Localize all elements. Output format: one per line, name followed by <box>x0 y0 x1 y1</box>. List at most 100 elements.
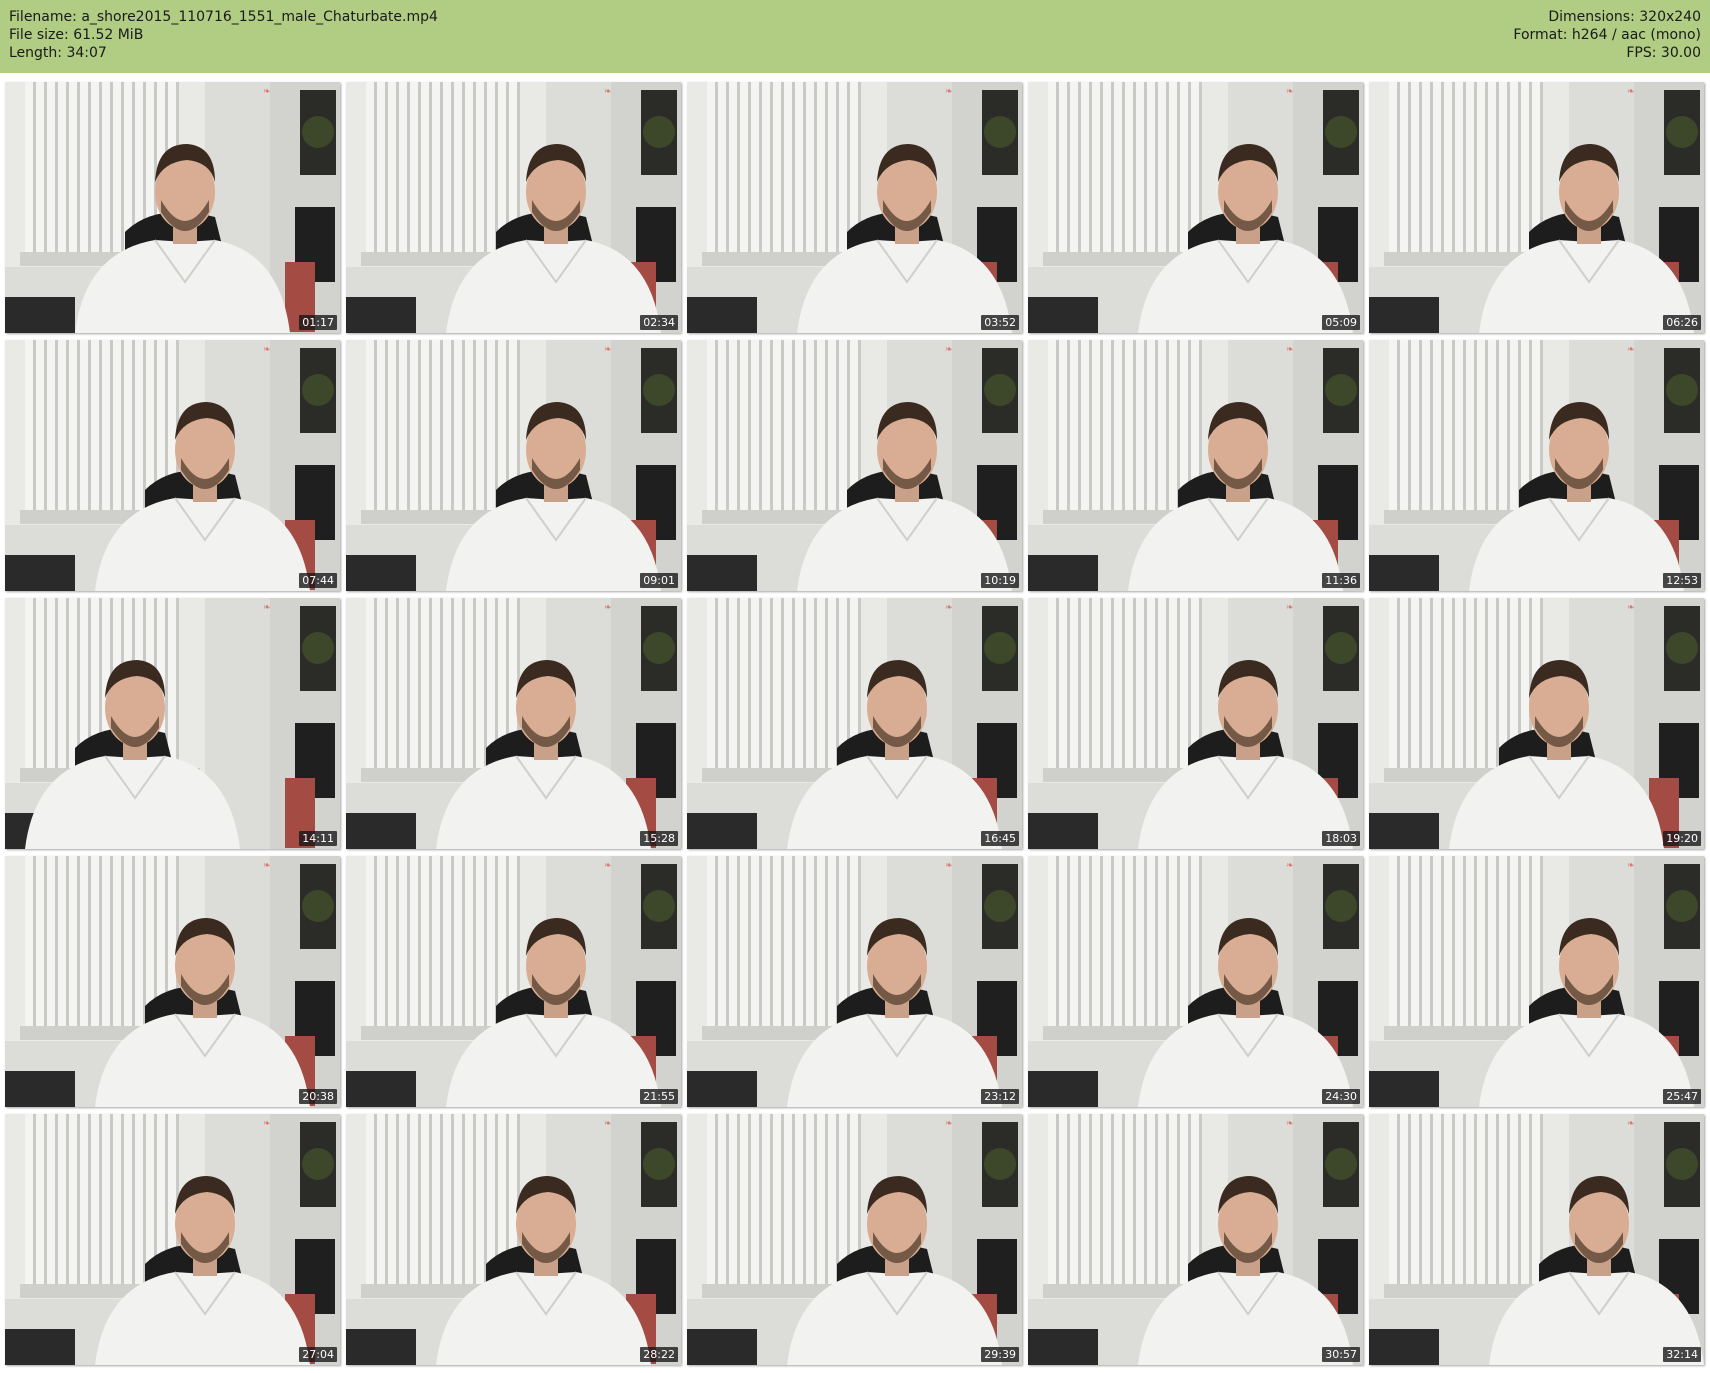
timestamp-label: 15:28 <box>640 831 678 846</box>
timestamp-label: 10:19 <box>981 573 1019 588</box>
svg-text:❧: ❧ <box>604 345 612 355</box>
timestamp-label: 02:34 <box>640 315 678 330</box>
svg-text:❧: ❧ <box>604 1119 612 1129</box>
dimensions-value: 320x240 <box>1639 9 1701 25</box>
svg-text:❧: ❧ <box>945 87 953 97</box>
format-line: Format: h264 / aac (mono) <box>1513 26 1701 44</box>
dimensions-line: Dimensions: 320x240 <box>1513 8 1701 26</box>
filesize-label: File size: <box>9 27 69 43</box>
fps-label: FPS: <box>1626 45 1657 61</box>
timestamp-label: 30:57 <box>1322 1347 1360 1362</box>
filesize-value: 61.52 MiB <box>73 27 144 43</box>
video-thumbnail: ❧ 14:11 <box>5 598 340 849</box>
video-thumbnail: ❧ 02:34 <box>346 82 681 333</box>
frame-image: ❧ <box>1028 1114 1363 1365</box>
frame-image: ❧ <box>687 340 1022 591</box>
svg-text:❧: ❧ <box>263 603 271 613</box>
frame-image: ❧ <box>687 598 1022 849</box>
timestamp-label: 23:12 <box>981 1089 1019 1104</box>
video-thumbnail: ❧ 05:09 <box>1028 82 1363 333</box>
video-thumbnail: ❧ 09:01 <box>346 340 681 591</box>
svg-text:❧: ❧ <box>1286 345 1294 355</box>
video-thumbnail: ❧ 12:53 <box>1369 340 1704 591</box>
timestamp-label: 14:11 <box>299 831 337 846</box>
frame-image: ❧ <box>5 82 340 333</box>
file-info-right: Dimensions: 320x240 Format: h264 / aac (… <box>1513 8 1701 62</box>
frame-image: ❧ <box>1028 598 1363 849</box>
video-thumbnail: ❧ 25:47 <box>1369 856 1704 1107</box>
svg-text:❧: ❧ <box>945 603 953 613</box>
timestamp-label: 24:30 <box>1322 1089 1360 1104</box>
video-thumbnail: ❧ 21:55 <box>346 856 681 1107</box>
svg-text:❧: ❧ <box>1627 861 1635 871</box>
video-thumbnail: ❧ 10:19 <box>687 340 1022 591</box>
length-value: 34:07 <box>66 45 107 61</box>
length-label: Length: <box>9 45 63 61</box>
filesize-line: File size: 61.52 MiB <box>9 26 438 44</box>
frame-image: ❧ <box>1369 856 1704 1107</box>
svg-text:❧: ❧ <box>263 87 271 97</box>
timestamp-label: 20:38 <box>299 1089 337 1104</box>
video-thumbnail: ❧ 15:28 <box>346 598 681 849</box>
video-thumbnail: ❧ 01:17 <box>5 82 340 333</box>
video-thumbnail: ❧ 30:57 <box>1028 1114 1363 1365</box>
thumbnail-grid: ❧ 01:17 ❧ 02:34 ❧ 03:52 ❧ 05:09 ❧ 06:26 ❧ 07:44 ❧ 09:… <box>5 82 1704 1365</box>
video-thumbnail: ❧ 32:14 <box>1369 1114 1704 1365</box>
timestamp-label: 09:01 <box>640 573 678 588</box>
video-thumbnail: ❧ 24:30 <box>1028 856 1363 1107</box>
svg-text:❧: ❧ <box>1286 861 1294 871</box>
svg-text:❧: ❧ <box>1627 345 1635 355</box>
frame-image: ❧ <box>5 856 340 1107</box>
svg-text:❧: ❧ <box>604 87 612 97</box>
frame-image: ❧ <box>1028 856 1363 1107</box>
svg-text:❧: ❧ <box>604 861 612 871</box>
timestamp-label: 06:26 <box>1663 315 1701 330</box>
svg-text:❧: ❧ <box>945 345 953 355</box>
video-thumbnail: ❧ 20:38 <box>5 856 340 1107</box>
length-line: Length: 34:07 <box>9 44 438 62</box>
frame-image: ❧ <box>687 82 1022 333</box>
frame-image: ❧ <box>346 856 681 1107</box>
video-thumbnail: ❧ 23:12 <box>687 856 1022 1107</box>
frame-image: ❧ <box>1369 340 1704 591</box>
filename-value: a_shore2015_110716_1551_male_Chaturbate.… <box>81 9 438 25</box>
frame-image: ❧ <box>687 856 1022 1107</box>
timestamp-label: 27:04 <box>299 1347 337 1362</box>
timestamp-label: 19:20 <box>1663 831 1701 846</box>
dimensions-label: Dimensions: <box>1548 9 1635 25</box>
frame-image: ❧ <box>5 598 340 849</box>
video-thumbnail: ❧ 07:44 <box>5 340 340 591</box>
video-thumbnail: ❧ 06:26 <box>1369 82 1704 333</box>
svg-text:❧: ❧ <box>263 1119 271 1129</box>
fps-line: FPS: 30.00 <box>1513 44 1701 62</box>
video-thumbnail: ❧ 27:04 <box>5 1114 340 1365</box>
video-thumbnail: ❧ 16:45 <box>687 598 1022 849</box>
video-thumbnail: ❧ 11:36 <box>1028 340 1363 591</box>
timestamp-label: 11:36 <box>1322 573 1360 588</box>
frame-image: ❧ <box>1369 598 1704 849</box>
frame-image: ❧ <box>346 340 681 591</box>
frame-image: ❧ <box>346 1114 681 1365</box>
svg-text:❧: ❧ <box>604 603 612 613</box>
frame-image: ❧ <box>5 1114 340 1365</box>
frame-image: ❧ <box>1369 82 1704 333</box>
video-thumbnail: ❧ 03:52 <box>687 82 1022 333</box>
frame-image: ❧ <box>1028 340 1363 591</box>
frame-image: ❧ <box>687 1114 1022 1365</box>
frame-image: ❧ <box>5 340 340 591</box>
timestamp-label: 03:52 <box>981 315 1019 330</box>
format-value: h264 / aac (mono) <box>1571 27 1701 43</box>
svg-text:❧: ❧ <box>263 345 271 355</box>
svg-text:❧: ❧ <box>945 861 953 871</box>
timestamp-label: 18:03 <box>1322 831 1360 846</box>
video-thumbnail: ❧ 18:03 <box>1028 598 1363 849</box>
timestamp-label: 12:53 <box>1663 573 1701 588</box>
video-thumbnail: ❧ 29:39 <box>687 1114 1022 1365</box>
svg-text:❧: ❧ <box>1627 1119 1635 1129</box>
frame-image: ❧ <box>1369 1114 1704 1365</box>
timestamp-label: 05:09 <box>1322 315 1360 330</box>
timestamp-label: 16:45 <box>981 831 1019 846</box>
video-thumbnail: ❧ 28:22 <box>346 1114 681 1365</box>
timestamp-label: 25:47 <box>1663 1089 1701 1104</box>
fps-value: 30.00 <box>1660 45 1701 61</box>
